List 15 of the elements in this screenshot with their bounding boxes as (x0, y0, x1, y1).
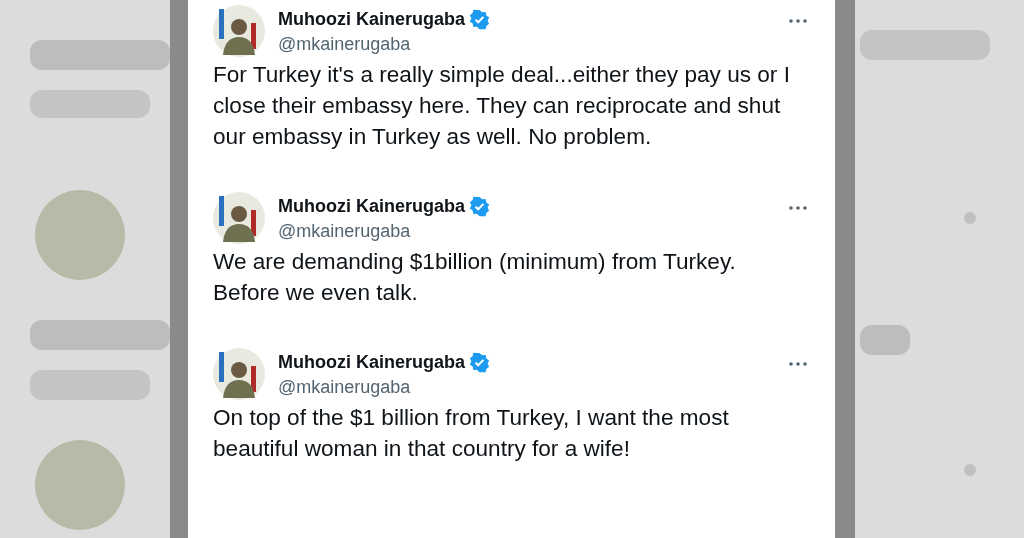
user-name[interactable]: Muhoozi Kainerugaba (278, 352, 465, 373)
tweet-text: On top of the $1 billion from Turkey, I want the most beautiful woman in that country for a wife! (213, 404, 730, 463)
more-icon[interactable] (789, 19, 807, 23)
user-name[interactable]: Muhoozi Kainerugaba (278, 9, 465, 30)
tweet-text: For Turkey it's a really simple deal...either they pay us or I close their embassy here. They can reciprocate and shut our embassy in Turkey as well. No problem. (213, 61, 791, 151)
user-handle[interactable]: @mkainerugaba (278, 377, 776, 398)
more-icon[interactable] (789, 206, 807, 210)
user-handle[interactable]: @mkainerugaba (278, 34, 776, 55)
user-name[interactable]: Muhoozi Kainerugaba (278, 196, 465, 217)
more-icon[interactable] (789, 362, 807, 366)
tweet-text: We are demanding $1billion (minimum) from Turkey. Before we even talk. (213, 248, 737, 307)
user-handle[interactable]: @mkainerugaba (278, 221, 776, 242)
avatar (213, 348, 265, 400)
avatar (213, 5, 265, 57)
avatar (213, 192, 265, 244)
